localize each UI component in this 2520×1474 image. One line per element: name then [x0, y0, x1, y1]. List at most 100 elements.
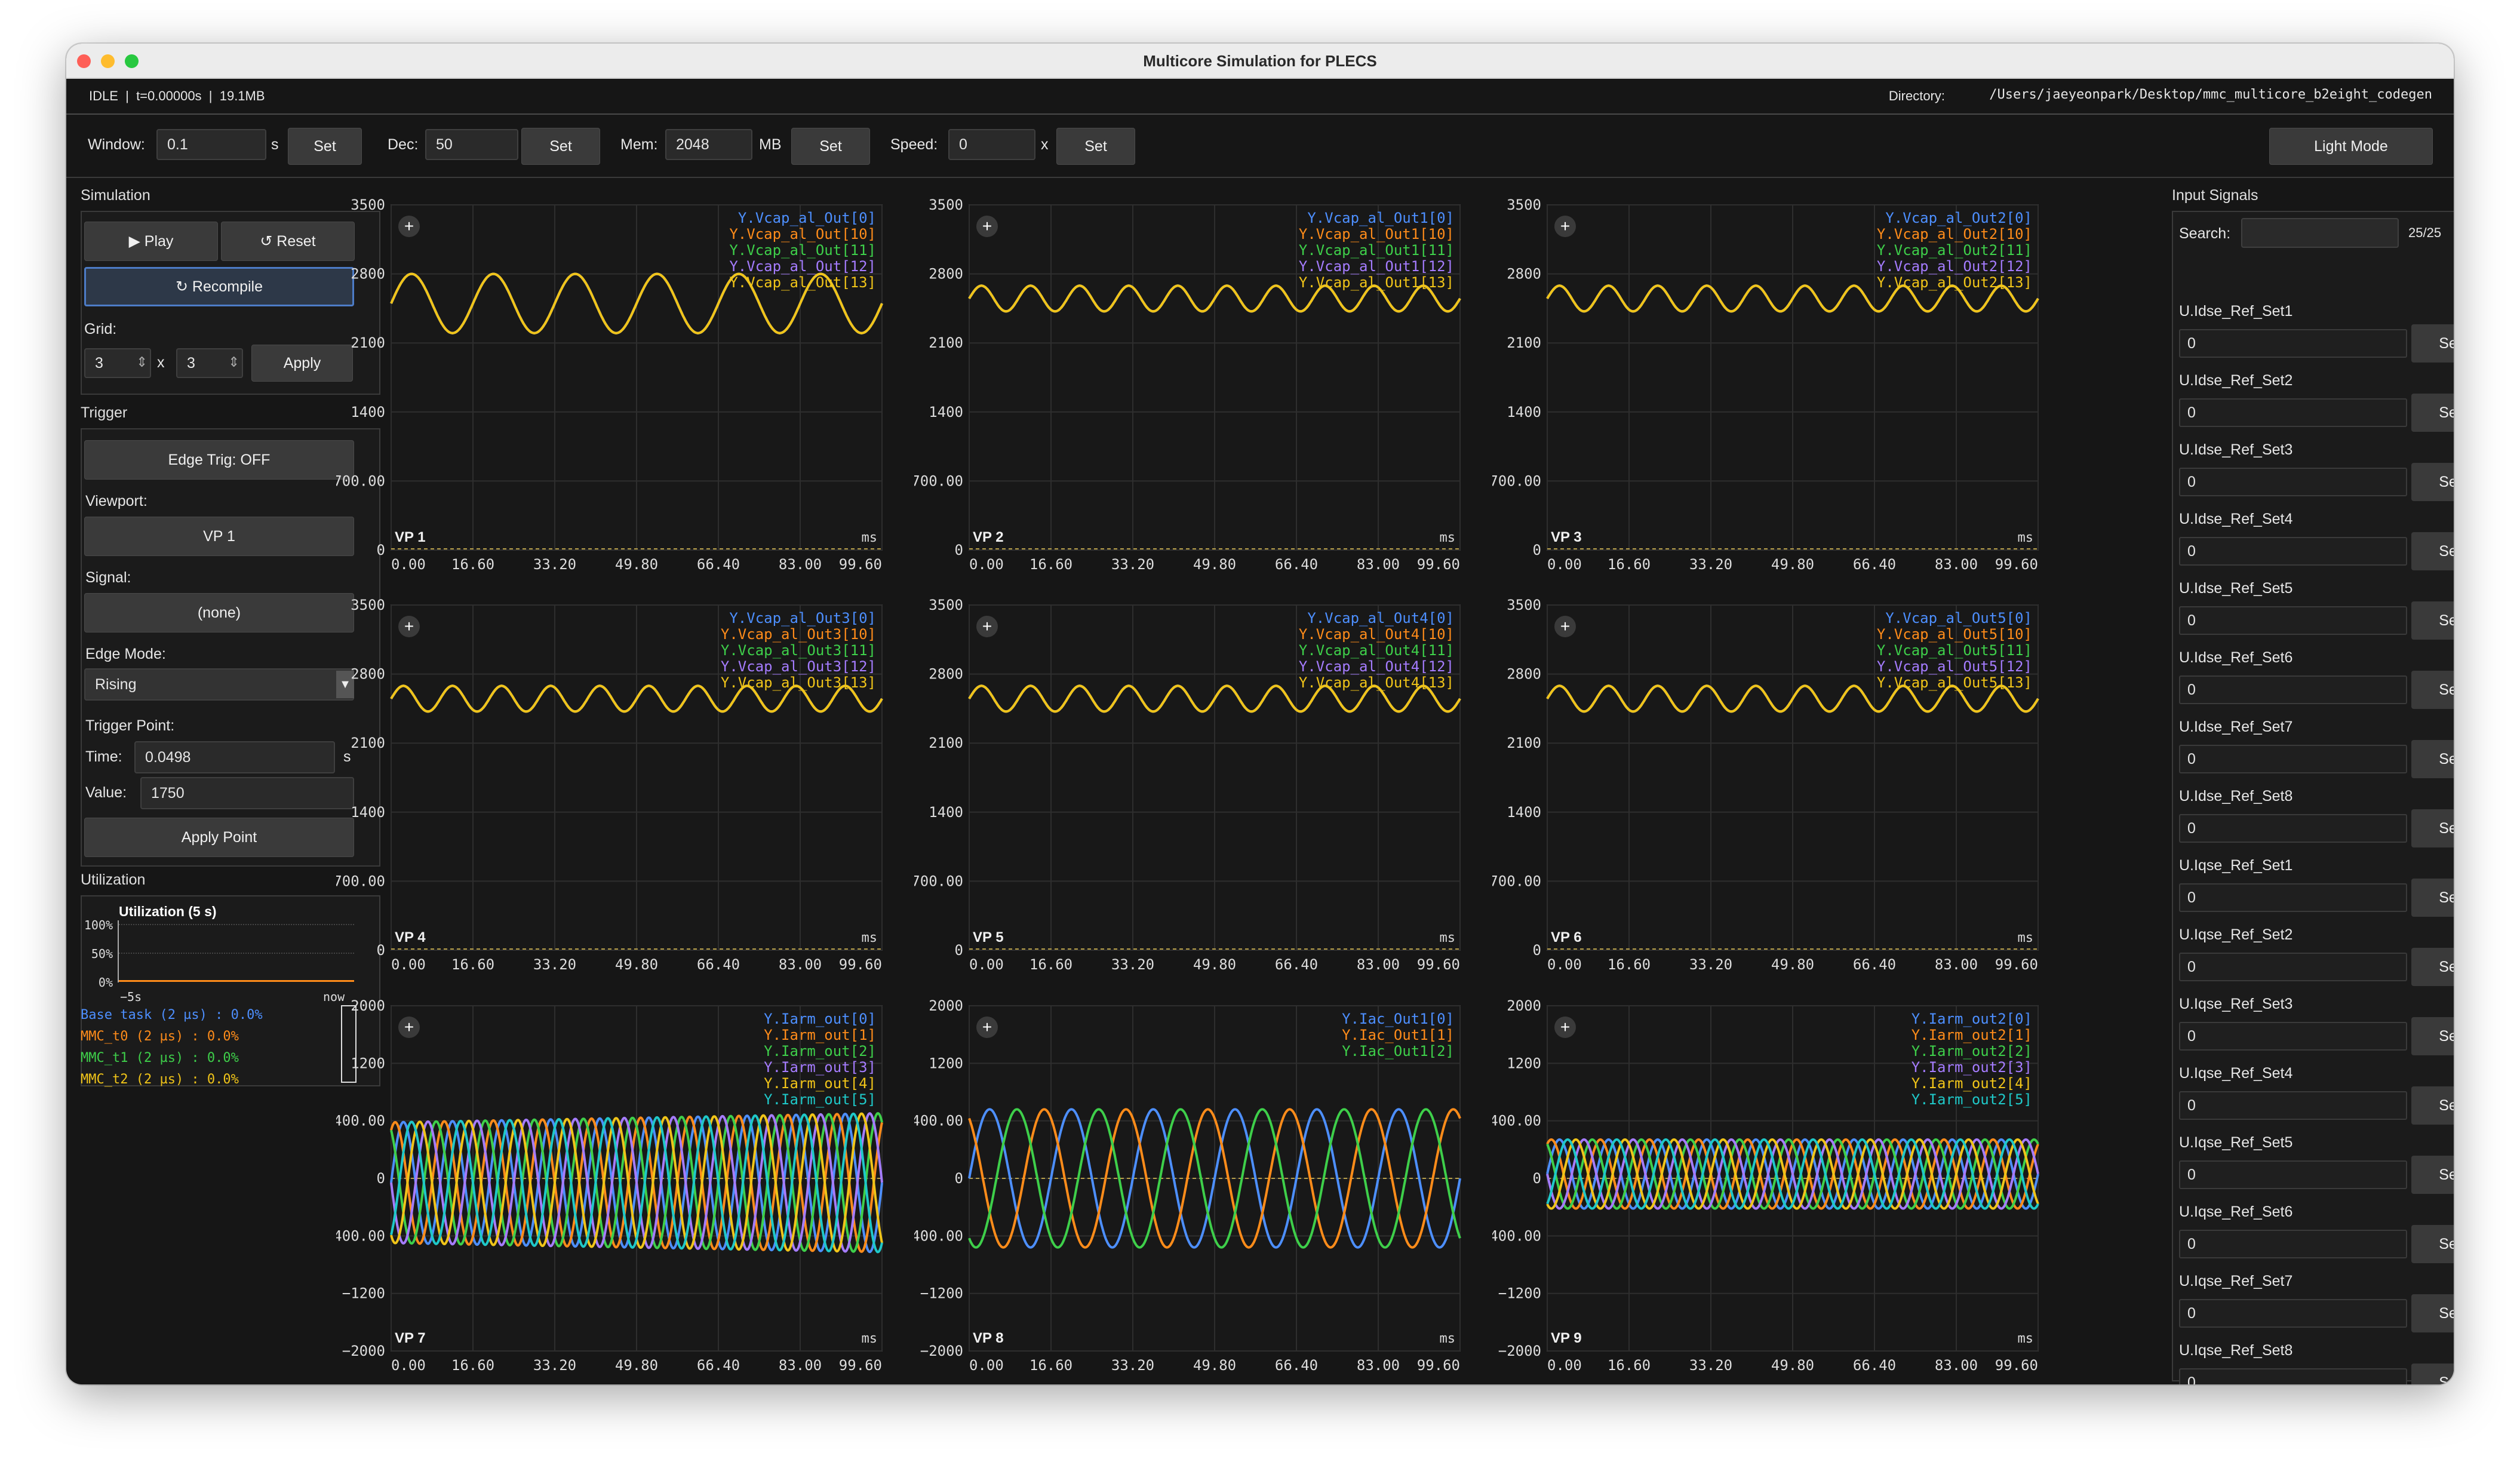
signal-value-input[interactable]: 0	[2179, 468, 2407, 496]
signal-value-input[interactable]: 0	[2179, 745, 2407, 773]
signal-search-input[interactable]	[2241, 218, 2399, 248]
signal-name: U.Iqse_Ref_Set1	[2179, 857, 2293, 874]
window-title: Multicore Simulation for PLECS	[1143, 52, 1377, 70]
trigger-time-input[interactable]: 0.0498	[134, 741, 335, 773]
add-signal-button[interactable]: +	[976, 1017, 998, 1038]
dec-set-button[interactable]: Set	[521, 128, 600, 165]
signal-value-input[interactable]: 0	[2179, 1091, 2407, 1120]
grid-rows-stepper-icon[interactable]: ⇕	[136, 354, 147, 370]
signal-set-button[interactable]: Set	[2411, 532, 2454, 570]
viewport-5[interactable]: 3500 2800 2100 1400 700.00 0 0.00 16.60 33.20 49.…	[914, 597, 1496, 985]
signal-value-input[interactable]: 0	[2179, 883, 2407, 912]
viewport-3[interactable]: 3500 2800 2100 1400 700.00 0 0.00 16.60 33.20 49.…	[1492, 196, 2074, 585]
signal-value-input[interactable]: 0	[2179, 398, 2407, 427]
signal-value-input[interactable]: 0	[2179, 1230, 2407, 1258]
window-input[interactable]: 0.1	[156, 129, 266, 160]
edge-trig-button[interactable]: Edge Trig: OFF	[84, 440, 354, 480]
add-signal-button[interactable]: +	[1554, 1017, 1576, 1038]
play-button[interactable]: ▶ Play	[84, 222, 218, 261]
viewport-2[interactable]: 3500 2800 2100 1400 700.00 0 0.00 16.60 33.20 49.…	[914, 196, 1496, 585]
signal-set-button[interactable]: Set	[2411, 1086, 2454, 1125]
grid-cols-stepper-icon[interactable]: ⇕	[228, 354, 239, 370]
add-signal-button[interactable]: +	[976, 616, 998, 637]
speed-input[interactable]: 0	[948, 129, 1035, 160]
signal-value-input[interactable]: 0	[2179, 537, 2407, 566]
x-tick-label: 0.00	[1547, 1357, 1582, 1374]
speed-set-button[interactable]: Set	[1056, 128, 1135, 165]
y-tick-label: 3500	[929, 597, 963, 613]
viewport-7[interactable]: 2000 1200 400.00 0 −400.00 −1200 −2000 0.00 16.6…	[336, 997, 918, 1384]
plus-icon-glyph: +	[1560, 617, 1570, 635]
viewport-label: VP 5	[973, 929, 1004, 945]
signal-set-button[interactable]: Set	[2411, 1364, 2454, 1384]
add-signal-button[interactable]: +	[398, 616, 420, 637]
x-tick-label: 99.60	[1995, 1357, 2038, 1374]
signal-name: U.Iqse_Ref_Set3	[2179, 996, 2293, 1012]
add-signal-button[interactable]: +	[1554, 616, 1576, 637]
signal-value-input[interactable]: 0	[2179, 1022, 2407, 1051]
x-tick-label: 66.40	[1853, 1357, 1896, 1374]
x-unit-label: ms	[2018, 931, 2034, 945]
signal-set-button[interactable]: Set	[2411, 1294, 2454, 1332]
speed-label: Speed:	[890, 136, 938, 153]
viewport-select[interactable]: VP 1	[84, 517, 354, 556]
util-y-tick-0: 0%	[98, 975, 113, 990]
dec-input[interactable]: 50	[425, 129, 518, 160]
signal-value-input[interactable]: 0	[2179, 329, 2407, 358]
signal-set-button[interactable]: Set	[2411, 463, 2454, 501]
viewport-9[interactable]: 2000 1200 400.00 0 −400.00 −1200 −2000 0.00 16.6…	[1492, 997, 2074, 1384]
util-x-start: −5s	[120, 990, 142, 1004]
signal-value-input[interactable]: 0	[2179, 606, 2407, 635]
signal-value-input[interactable]: 0	[2179, 953, 2407, 981]
viewport-4[interactable]: 3500 2800 2100 1400 700.00 0 0.00 16.60 33.20 49.…	[336, 597, 918, 985]
signal-set-button[interactable]: Set	[2411, 948, 2454, 986]
signal-value-input[interactable]: 0	[2179, 1160, 2407, 1189]
x-tick-label: 99.60	[1417, 556, 1460, 573]
x-tick-label: 66.40	[1275, 556, 1318, 573]
x-tick-label: 33.20	[1111, 1357, 1154, 1374]
add-signal-button[interactable]: +	[398, 1017, 420, 1038]
signal-value-input[interactable]: 0	[2179, 675, 2407, 704]
recompile-button[interactable]: ↻ Recompile	[84, 267, 354, 306]
signal-set-button[interactable]: Set	[2411, 601, 2454, 640]
x-tick-label: 66.40	[1853, 556, 1896, 573]
signal-value-input[interactable]: 0	[2179, 814, 2407, 843]
reset-button[interactable]: ↺ Reset	[221, 222, 355, 261]
add-signal-button[interactable]: +	[1554, 216, 1576, 237]
light-mode-button[interactable]: Light Mode	[2269, 128, 2433, 165]
trigger-value-input[interactable]: 1750	[140, 777, 354, 809]
util-task-base: Base task (2 µs) : 0.0%	[81, 1008, 263, 1022]
viewport-label: VP 1	[395, 529, 426, 545]
add-signal-button[interactable]: +	[976, 216, 998, 237]
x-tick-label: 66.40	[697, 956, 740, 973]
add-signal-button[interactable]: +	[398, 216, 420, 237]
mem-input[interactable]: 2048	[665, 129, 752, 160]
signal-set-button[interactable]: Set	[2411, 394, 2454, 432]
signal-set-button[interactable]: Set	[2411, 1225, 2454, 1263]
viewport-label: VP 8	[973, 1330, 1004, 1346]
window-set-button[interactable]: Set	[288, 128, 362, 165]
signal-set-button[interactable]: Set	[2411, 671, 2454, 709]
dec-label: Dec:	[388, 136, 419, 153]
simulation-title: Simulation	[81, 187, 150, 204]
edge-mode-select[interactable]: Rising	[84, 668, 354, 701]
signal-set-button[interactable]: Set	[2411, 1017, 2454, 1055]
signal-set-button[interactable]: Set	[2411, 809, 2454, 847]
signal-name: U.Idse_Ref_Set1	[2179, 303, 2293, 320]
util-task-mmc-t0: MMC_t0 (2 µs) : 0.0%	[81, 1029, 239, 1044]
signal-set-button[interactable]: Set	[2411, 879, 2454, 917]
input-signals-title: Input Signals	[2172, 187, 2258, 204]
signal-select[interactable]: (none)	[84, 593, 354, 632]
signal-set-button[interactable]: Set	[2411, 740, 2454, 778]
signal-value-input[interactable]: 0	[2179, 1299, 2407, 1328]
viewport-8[interactable]: 2000 1200 400.00 0 −400.00 −1200 −2000 0.00 16.6…	[914, 997, 1496, 1384]
apply-point-button[interactable]: Apply Point	[84, 818, 354, 857]
signal-set-button[interactable]: Set	[2411, 1156, 2454, 1194]
x-tick-label: 33.20	[1689, 1357, 1732, 1374]
y-tick-label: −2000	[1498, 1343, 1541, 1359]
mem-set-button[interactable]: Set	[791, 128, 870, 165]
viewport-1[interactable]: 3500 2800 2100 1400 700.00 0 0.00 16.60 33.20 49.…	[336, 196, 918, 585]
signal-set-button[interactable]: Set	[2411, 324, 2454, 363]
signal-value-input[interactable]: 0	[2179, 1368, 2407, 1384]
viewport-6[interactable]: 3500 2800 2100 1400 700.00 0 0.00 16.60 33.20 49.…	[1492, 597, 2074, 985]
